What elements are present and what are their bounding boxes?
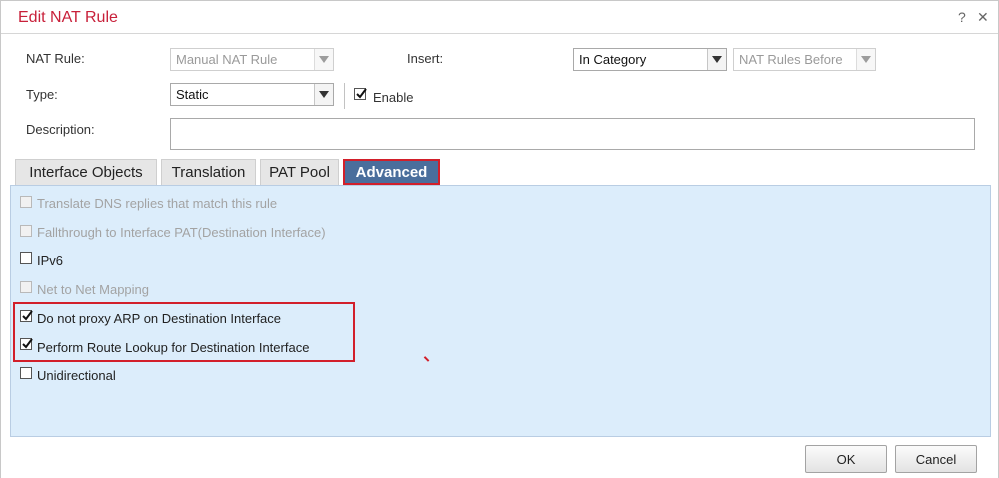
translate-dns-label: Translate DNS replies that match this ru… xyxy=(37,196,278,211)
net-to-net-label: Net to Net Mapping xyxy=(37,282,150,297)
checkmark-icon xyxy=(22,338,33,349)
ipv6-checkbox[interactable] xyxy=(20,252,32,264)
tab-translation[interactable]: Translation xyxy=(161,159,256,185)
nat-rule-value: Manual NAT Rule xyxy=(176,52,278,67)
tab-interface-objects[interactable]: Interface Objects xyxy=(15,159,157,185)
fallthrough-interface-pat-checkbox[interactable] xyxy=(20,225,32,237)
nat-rule-select[interactable]: Manual NAT Rule xyxy=(170,48,334,71)
chevron-down-icon xyxy=(707,49,726,70)
unidirectional-checkbox[interactable] xyxy=(20,367,32,379)
description-input[interactable] xyxy=(170,118,975,150)
ipv6-label: IPv6 xyxy=(37,253,64,268)
type-value: Static xyxy=(176,87,209,102)
chevron-down-icon xyxy=(314,49,333,70)
insert-label: Insert: xyxy=(407,51,444,66)
tab-pat-pool[interactable]: PAT Pool xyxy=(260,159,339,185)
ok-button[interactable]: OK xyxy=(805,445,887,473)
type-label: Type: xyxy=(26,87,58,102)
checkmark-icon xyxy=(356,88,367,99)
type-select[interactable]: Static xyxy=(170,83,334,106)
cancel-button[interactable]: Cancel xyxy=(895,445,977,473)
close-icon[interactable]: ✕ xyxy=(977,9,989,26)
enable-checkbox[interactable] xyxy=(354,88,367,100)
dialog-titlebar: Edit NAT Rule ? ✕ xyxy=(1,1,998,34)
insert-select[interactable]: In Category xyxy=(573,48,727,71)
no-proxy-arp-checkbox[interactable] xyxy=(20,310,33,322)
translate-dns-checkbox[interactable] xyxy=(20,196,32,208)
insert-value: In Category xyxy=(579,52,647,67)
description-label: Description: xyxy=(26,122,95,137)
no-proxy-arp-label: Do not proxy ARP on Destination Interfac… xyxy=(37,311,282,326)
enable-label: Enable xyxy=(373,90,414,105)
insert-position-select[interactable]: NAT Rules Before xyxy=(733,48,876,71)
nat-rule-label: NAT Rule: xyxy=(26,51,85,66)
help-icon[interactable]: ? xyxy=(958,9,966,25)
checkmark-icon xyxy=(22,310,33,321)
route-lookup-label: Perform Route Lookup for Destination Int… xyxy=(37,340,310,355)
chevron-down-icon xyxy=(314,84,333,105)
route-lookup-checkbox[interactable] xyxy=(20,338,33,350)
tab-advanced[interactable]: Advanced xyxy=(343,159,440,185)
chevron-down-icon xyxy=(856,49,875,70)
edit-nat-rule-dialog: Edit NAT Rule ? ✕ NAT Rule: Manual NAT R… xyxy=(0,0,999,478)
unidirectional-label: Unidirectional xyxy=(37,368,116,383)
insert-position-value: NAT Rules Before xyxy=(739,52,843,67)
field-separator xyxy=(344,83,345,109)
fallthrough-interface-pat-label: Fallthrough to Interface PAT(Destination… xyxy=(37,225,326,240)
net-to-net-checkbox[interactable] xyxy=(20,281,32,293)
dialog-title: Edit NAT Rule xyxy=(18,9,118,26)
